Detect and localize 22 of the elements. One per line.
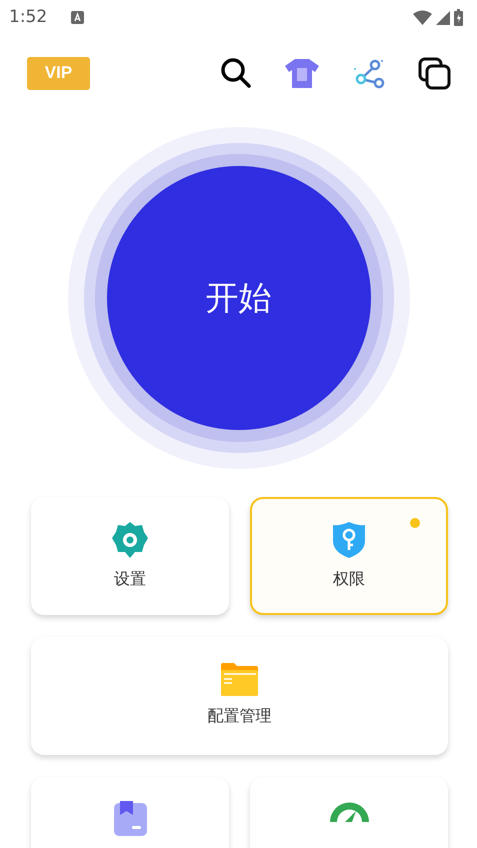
search-icon[interactable] <box>220 57 252 89</box>
shirt-icon[interactable] <box>284 57 320 89</box>
gauge-icon <box>330 801 368 822</box>
tile-label: 设置 <box>114 568 146 590</box>
wifi-icon <box>413 10 432 25</box>
status-time: 1:52 <box>9 6 48 29</box>
tile-label: 配置管理 <box>208 705 272 727</box>
gear-icon <box>111 521 149 559</box>
tile-card[interactable]: 配置管理 <box>31 637 448 755</box>
signal-icon <box>436 10 450 24</box>
tile-label: 权限 <box>333 568 365 590</box>
notification-icon <box>71 11 84 24</box>
start-button[interactable]: 开始 <box>106 166 370 430</box>
folder-icon <box>221 663 258 696</box>
copy-icon[interactable] <box>418 56 451 90</box>
battery-icon <box>454 9 463 26</box>
tile-card[interactable]: 设置 <box>31 497 229 615</box>
tile-card[interactable]: 权限 <box>250 497 448 615</box>
notification-dot <box>410 518 420 528</box>
shield-key-icon <box>332 521 366 559</box>
share-icon[interactable] <box>352 57 386 89</box>
box-bookmark-icon <box>114 801 146 836</box>
